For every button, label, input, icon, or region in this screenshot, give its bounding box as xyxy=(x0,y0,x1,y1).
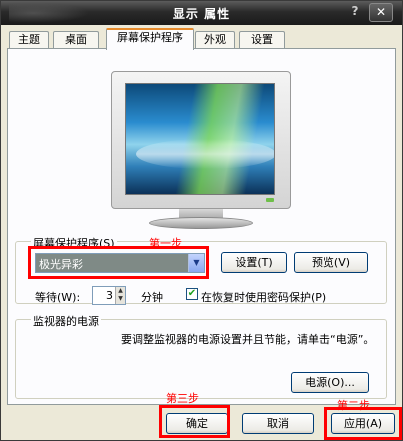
wait-unit-label: 分钟 xyxy=(141,291,163,304)
display-properties-window: 显示 属性 ? ✕ 主题 桌面 屏幕保护程序 外观 设置 屏幕保护程序(S) 第… xyxy=(0,0,403,441)
step1-highlight-frame xyxy=(28,246,209,279)
monitor-power-group-label: 监视器的电源 xyxy=(31,313,101,329)
aurora-glow xyxy=(136,139,274,169)
monitor-preview-icon xyxy=(111,71,291,229)
cancel-button[interactable]: 取消 xyxy=(242,413,314,434)
tab-settings[interactable]: 设置 xyxy=(239,31,285,49)
help-button[interactable]: ? xyxy=(346,4,364,21)
tab-appearance[interactable]: 外观 xyxy=(195,31,235,49)
tab-themes[interactable]: 主题 xyxy=(9,31,49,49)
settings-button[interactable]: 设置(T) xyxy=(221,252,287,273)
wait-label: 等待(W): xyxy=(35,291,81,304)
preview-button[interactable]: 预览(V) xyxy=(294,252,368,273)
window-title: 显示 属性 xyxy=(172,7,231,21)
resume-password-label[interactable]: 在恢复时使用密码保护(P) xyxy=(201,289,326,305)
step2-highlight-frame xyxy=(324,407,402,440)
close-button[interactable]: ✕ xyxy=(369,3,393,22)
title-bar[interactable]: 显示 属性 ? ✕ xyxy=(1,1,402,25)
monitor-led xyxy=(266,198,274,202)
wait-minutes-value: 3 xyxy=(106,289,113,302)
tab-screensaver[interactable]: 屏幕保护程序 xyxy=(106,28,194,50)
step3-highlight-frame xyxy=(159,405,230,438)
screensaver-preview xyxy=(125,83,275,195)
step3-annotation: 第三步 xyxy=(166,392,199,405)
power-description: 要调整监视器的电源设置并且节能，请单击“电源”。 xyxy=(121,333,375,346)
spin-updown-icon[interactable]: ▲ ▼ xyxy=(115,287,125,304)
monitor-stand xyxy=(149,217,253,229)
checkmark-icon: ✔ xyxy=(187,288,197,299)
wait-minutes-input[interactable]: 3 ▲ ▼ xyxy=(92,286,126,305)
power-button[interactable]: 电源(O)... xyxy=(291,372,369,393)
tab-desktop[interactable]: 桌面 xyxy=(53,31,99,49)
resume-password-checkbox[interactable]: ✔ xyxy=(186,288,198,300)
